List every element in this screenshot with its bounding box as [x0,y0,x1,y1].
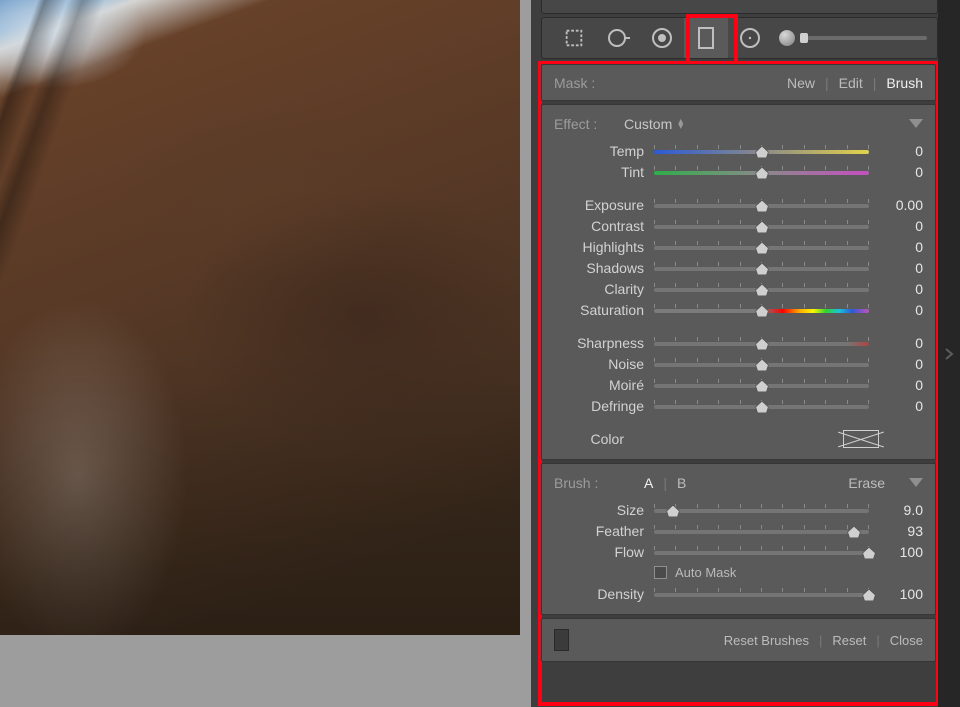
brush-flow-slider[interactable] [654,543,869,561]
canvas-area [0,0,531,707]
shadows-slider[interactable] [654,259,869,277]
brush-size-label: Size [554,502,654,518]
color-swatch-picker[interactable] [843,430,879,448]
exposure-label: Exposure [554,197,654,213]
graduated-filter-icon[interactable] [684,18,728,58]
moire-label: Moiré [554,377,654,393]
brush-density-value: 100 [879,586,923,602]
brush-density-label: Density [554,586,654,602]
clarity-value: 0 [879,281,923,297]
adjustment-amount-slider[interactable] [772,29,937,47]
saturation-value: 0 [879,302,923,318]
automask-checkbox[interactable] [654,566,667,579]
defringe-label: Defringe [554,398,654,414]
effect-section: Effect : Custom ▴▾ Temp 0 Tint 0 [541,104,936,460]
dropdown-arrows-icon: ▴▾ [678,119,683,129]
panel-expand-handle[interactable] [938,0,960,707]
brush-erase-button[interactable]: Erase [848,475,885,491]
brush-feather-slider[interactable] [654,522,869,540]
contrast-label: Contrast [554,218,654,234]
shadows-label: Shadows [554,260,654,276]
tool-strip [541,17,938,59]
brush-flow-label: Flow [554,544,654,560]
brush-density-slider[interactable] [654,585,869,603]
mask-new-button[interactable]: New [787,75,815,91]
brush-feather-value: 93 [879,523,923,539]
contrast-value: 0 [879,218,923,234]
noise-slider[interactable] [654,355,869,373]
moire-slider[interactable] [654,376,869,394]
sharpness-value: 0 [879,335,923,351]
temp-value: 0 [879,143,923,159]
defringe-slider[interactable] [654,397,869,415]
exposure-slider[interactable] [654,196,869,214]
clarity-slider[interactable] [654,280,869,298]
brush-flow-value: 100 [879,544,923,560]
effect-preset-value: Custom [624,116,672,132]
highlights-value: 0 [879,239,923,255]
defringe-value: 0 [879,398,923,414]
crop-tool-icon[interactable] [552,18,596,58]
clarity-label: Clarity [554,281,654,297]
color-label: Color [554,431,634,447]
reset-button[interactable]: Reset [832,633,866,648]
noise-label: Noise [554,356,654,372]
disclosure-triangle-icon[interactable] [909,478,923,487]
panel-footer: Reset Brushes | Reset | Close [541,618,936,662]
effect-preset-dropdown[interactable]: Custom ▴▾ [624,116,683,132]
spot-removal-icon[interactable] [596,18,640,58]
effect-label: Effect : [554,116,624,132]
disclosure-triangle-icon[interactable] [909,119,923,128]
mask-brush-button[interactable]: Brush [886,75,923,91]
highlights-slider[interactable] [654,238,869,256]
exposure-value: 0.00 [879,197,923,213]
highlights-label: Highlights [554,239,654,255]
tint-value: 0 [879,164,923,180]
preview-image[interactable] [0,0,520,635]
brush-size-value: 9.0 [879,502,923,518]
temp-label: Temp [554,143,654,159]
brush-a-button[interactable]: A [644,475,653,491]
noise-value: 0 [879,356,923,372]
close-button[interactable]: Close [890,633,923,648]
brush-section: Brush : A | B Erase Size 9.0 Feather 93 [541,463,936,615]
amount-knob-icon [778,29,796,47]
tint-label: Tint [554,164,654,180]
mask-edit-button[interactable]: Edit [839,75,863,91]
brush-label: Brush : [554,475,644,491]
automask-label: Auto Mask [675,565,736,580]
redeye-tool-icon[interactable] [640,18,684,58]
moire-value: 0 [879,377,923,393]
radial-filter-icon[interactable] [728,18,772,58]
saturation-slider[interactable] [654,301,869,319]
sharpness-label: Sharpness [554,335,654,351]
histogram-header-collapsed[interactable] [541,0,938,14]
brush-size-slider[interactable] [654,501,869,519]
right-panel: Mask : New | Edit | Brush Effect : Custo… [531,0,960,707]
temp-slider[interactable] [654,142,869,160]
reset-brushes-button[interactable]: Reset Brushes [724,633,809,648]
contrast-slider[interactable] [654,217,869,235]
tint-slider[interactable] [654,163,869,181]
mask-label: Mask : [554,75,595,91]
sharpness-slider[interactable] [654,334,869,352]
brush-b-button[interactable]: B [677,475,686,491]
shadows-value: 0 [879,260,923,276]
before-after-swatch[interactable] [554,629,569,651]
saturation-label: Saturation [554,302,654,318]
brush-feather-label: Feather [554,523,654,539]
